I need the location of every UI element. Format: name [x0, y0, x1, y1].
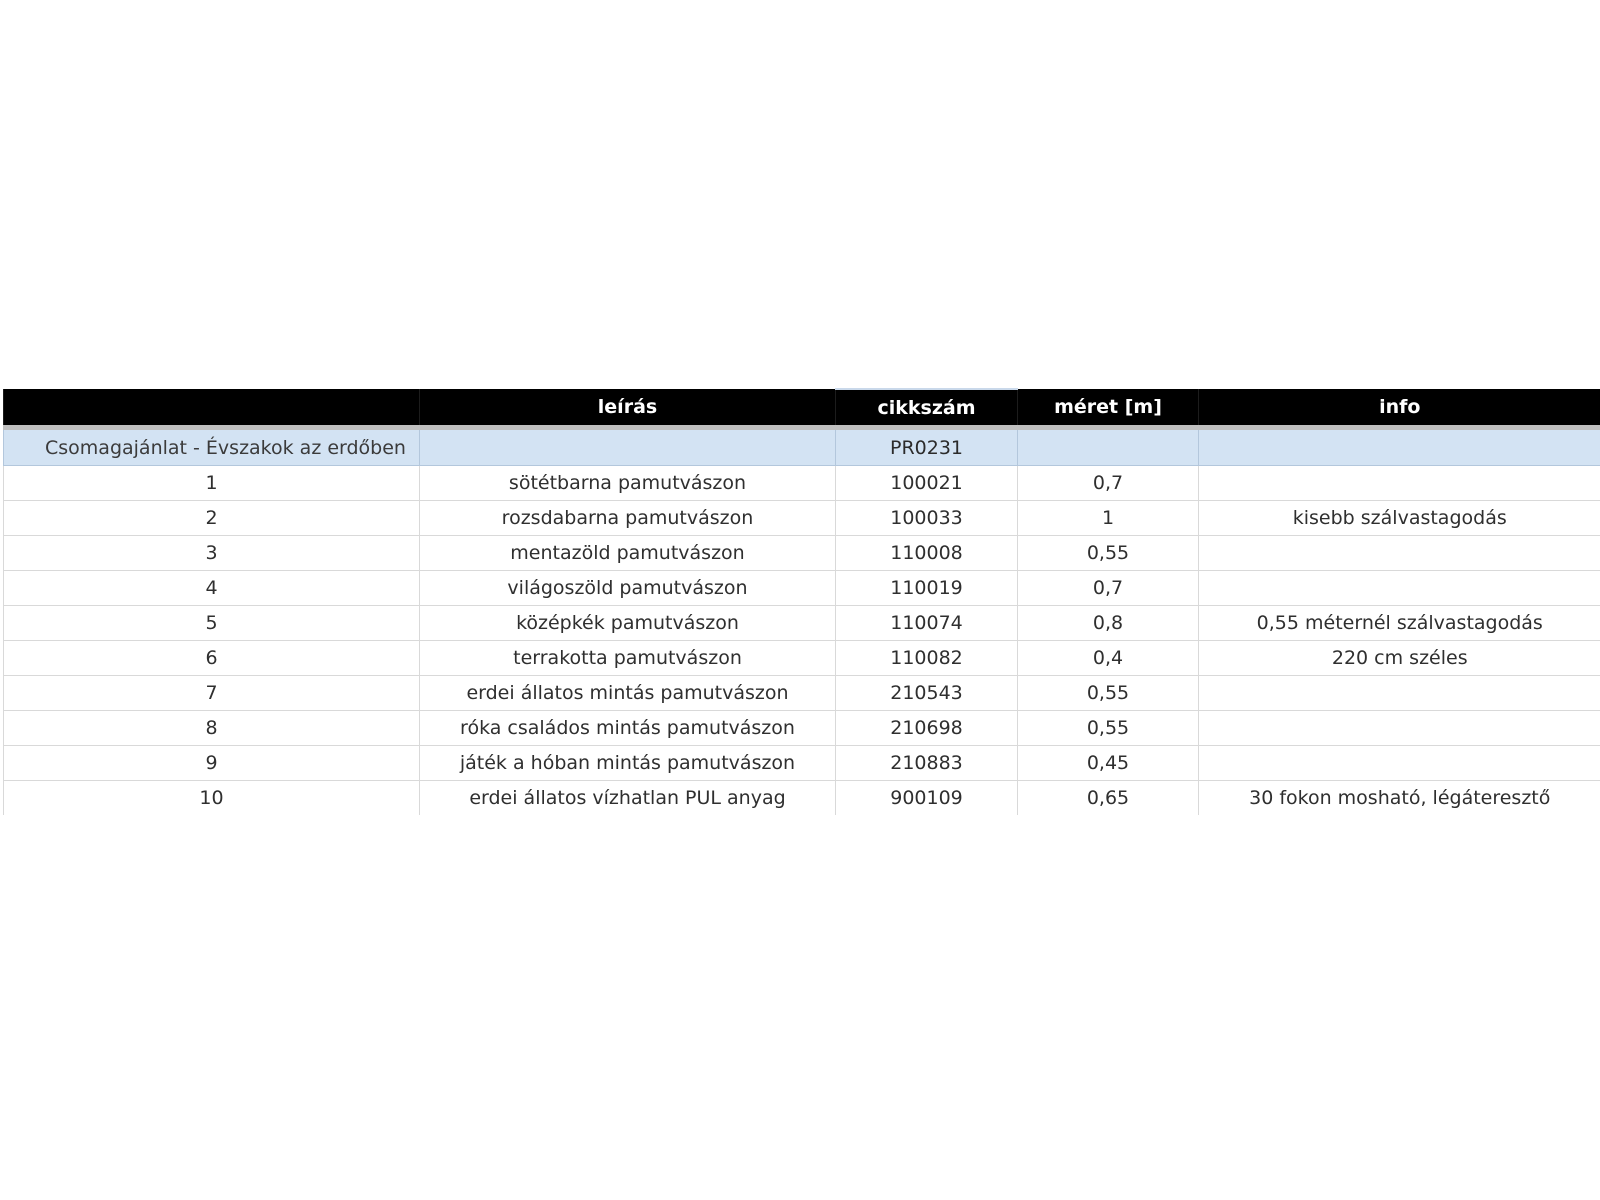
- item-number-cell[interactable]: 7: [3, 675, 420, 711]
- table-row: 6 terrakotta pamutvászon 110082 0,4 220 cm s…: [3, 640, 1600, 676]
- item-size-cell[interactable]: 0,55: [1017, 710, 1199, 746]
- package-name-cell[interactable]: Csomagajánlat - Évszakok az erdőben: [3, 427, 420, 466]
- item-info-cell[interactable]: 220 cm széles: [1198, 640, 1600, 676]
- item-number-cell[interactable]: 6: [3, 640, 420, 676]
- item-size-cell[interactable]: 1: [1017, 500, 1199, 536]
- item-size-cell[interactable]: 0,7: [1017, 570, 1199, 606]
- item-info-cell[interactable]: [1198, 570, 1600, 606]
- package-row: Csomagajánlat - Évszakok az erdőben PR02…: [3, 427, 1600, 466]
- table-row: 3 mentazöld pamutvászon 110008 0,55: [3, 535, 1600, 571]
- item-code-cell[interactable]: 100033: [835, 500, 1018, 536]
- item-size-cell[interactable]: 0,55: [1017, 535, 1199, 571]
- item-info-cell[interactable]: [1198, 535, 1600, 571]
- item-code-cell[interactable]: 210698: [835, 710, 1018, 746]
- item-description-cell[interactable]: játék a hóban mintás pamutvászon: [419, 745, 836, 781]
- header-row: leírás cikkszám méret [m] info: [3, 388, 1600, 430]
- item-description-cell[interactable]: erdei állatos mintás pamutvászon: [419, 675, 836, 711]
- item-number-cell[interactable]: 3: [3, 535, 420, 571]
- table-row: 1 sötétbarna pamutvászon 100021 0,7: [3, 465, 1600, 501]
- table-row: 4 világoszöld pamutvászon 110019 0,7: [3, 570, 1600, 606]
- header-cell-info[interactable]: info: [1198, 389, 1600, 430]
- package-item-number-cell[interactable]: PR0231: [835, 427, 1018, 466]
- item-info-cell[interactable]: kisebb szálvastagodás: [1198, 500, 1600, 536]
- header-cell-number[interactable]: [3, 389, 420, 430]
- item-code-cell[interactable]: 210883: [835, 745, 1018, 781]
- package-size-cell[interactable]: [1017, 427, 1199, 466]
- item-code-cell[interactable]: 110008: [835, 535, 1018, 571]
- item-description-cell[interactable]: rozsdabarna pamutvászon: [419, 500, 836, 536]
- package-description-cell[interactable]: [419, 427, 836, 466]
- item-number-cell[interactable]: 4: [3, 570, 420, 606]
- item-description-cell[interactable]: sötétbarna pamutvászon: [419, 465, 836, 501]
- item-info-cell[interactable]: [1198, 745, 1600, 781]
- item-number-cell[interactable]: 1: [3, 465, 420, 501]
- table-row: 10 erdei állatos vízhatlan PUL anyag 90010…: [3, 780, 1600, 815]
- item-info-cell[interactable]: [1198, 710, 1600, 746]
- item-code-cell[interactable]: 900109: [835, 780, 1018, 815]
- item-description-cell[interactable]: róka családos mintás pamutvászon: [419, 710, 836, 746]
- item-number-cell[interactable]: 2: [3, 500, 420, 536]
- item-description-cell[interactable]: erdei állatos vízhatlan PUL anyag: [419, 780, 836, 815]
- item-info-cell[interactable]: 30 fokon mosható, légáteresztő: [1198, 780, 1600, 815]
- package-info-cell[interactable]: [1198, 427, 1600, 466]
- item-description-cell[interactable]: mentazöld pamutvászon: [419, 535, 836, 571]
- table-row: 7 erdei állatos mintás pamutvászon 210543 0…: [3, 675, 1600, 711]
- item-number-cell[interactable]: 10: [3, 780, 420, 815]
- item-code-cell[interactable]: 100021: [835, 465, 1018, 501]
- item-size-cell[interactable]: 0,65: [1017, 780, 1199, 815]
- item-size-cell[interactable]: 0,7: [1017, 465, 1199, 501]
- item-code-cell[interactable]: 210543: [835, 675, 1018, 711]
- item-number-cell[interactable]: 8: [3, 710, 420, 746]
- header-cell-description[interactable]: leírás: [419, 389, 836, 430]
- item-number-cell[interactable]: 9: [3, 745, 420, 781]
- item-description-cell[interactable]: világoszöld pamutvászon: [419, 570, 836, 606]
- item-info-cell[interactable]: [1198, 465, 1600, 501]
- item-info-cell[interactable]: 0,55 méternél szálvastagodás: [1198, 605, 1600, 641]
- item-code-cell[interactable]: 110082: [835, 640, 1018, 676]
- item-description-cell[interactable]: középkék pamutvászon: [419, 605, 836, 641]
- item-code-cell[interactable]: 110074: [835, 605, 1018, 641]
- table-row: 8 róka családos mintás pamutvászon 210698 0…: [3, 710, 1600, 746]
- table-body: Csomagajánlat - Évszakok az erdőben PR02…: [3, 427, 1600, 815]
- item-number-cell[interactable]: 5: [3, 605, 420, 641]
- table-row: 9 játék a hóban mintás pamutvászon 210883 0…: [3, 745, 1600, 781]
- header-cell-item-number[interactable]: cikkszám: [835, 388, 1018, 430]
- table-header: leírás cikkszám méret [m] info: [3, 388, 1600, 430]
- item-code-cell[interactable]: 110019: [835, 570, 1018, 606]
- product-table-container: leírás cikkszám méret [m] info Csomagajá…: [3, 388, 1600, 815]
- table-row: 2 rozsdabarna pamutvászon 100033 1 kisebb sz…: [3, 500, 1600, 536]
- item-description-cell[interactable]: terrakotta pamutvászon: [419, 640, 836, 676]
- item-size-cell[interactable]: 0,55: [1017, 675, 1199, 711]
- item-size-cell[interactable]: 0,8: [1017, 605, 1199, 641]
- item-info-cell[interactable]: [1198, 675, 1600, 711]
- item-size-cell[interactable]: 0,4: [1017, 640, 1199, 676]
- header-cell-size[interactable]: méret [m]: [1017, 389, 1199, 430]
- product-table: leírás cikkszám méret [m] info Csomagajá…: [3, 388, 1600, 815]
- item-size-cell[interactable]: 0,45: [1017, 745, 1199, 781]
- table-row: 5 középkék pamutvászon 110074 0,8 0,55 méter…: [3, 605, 1600, 641]
